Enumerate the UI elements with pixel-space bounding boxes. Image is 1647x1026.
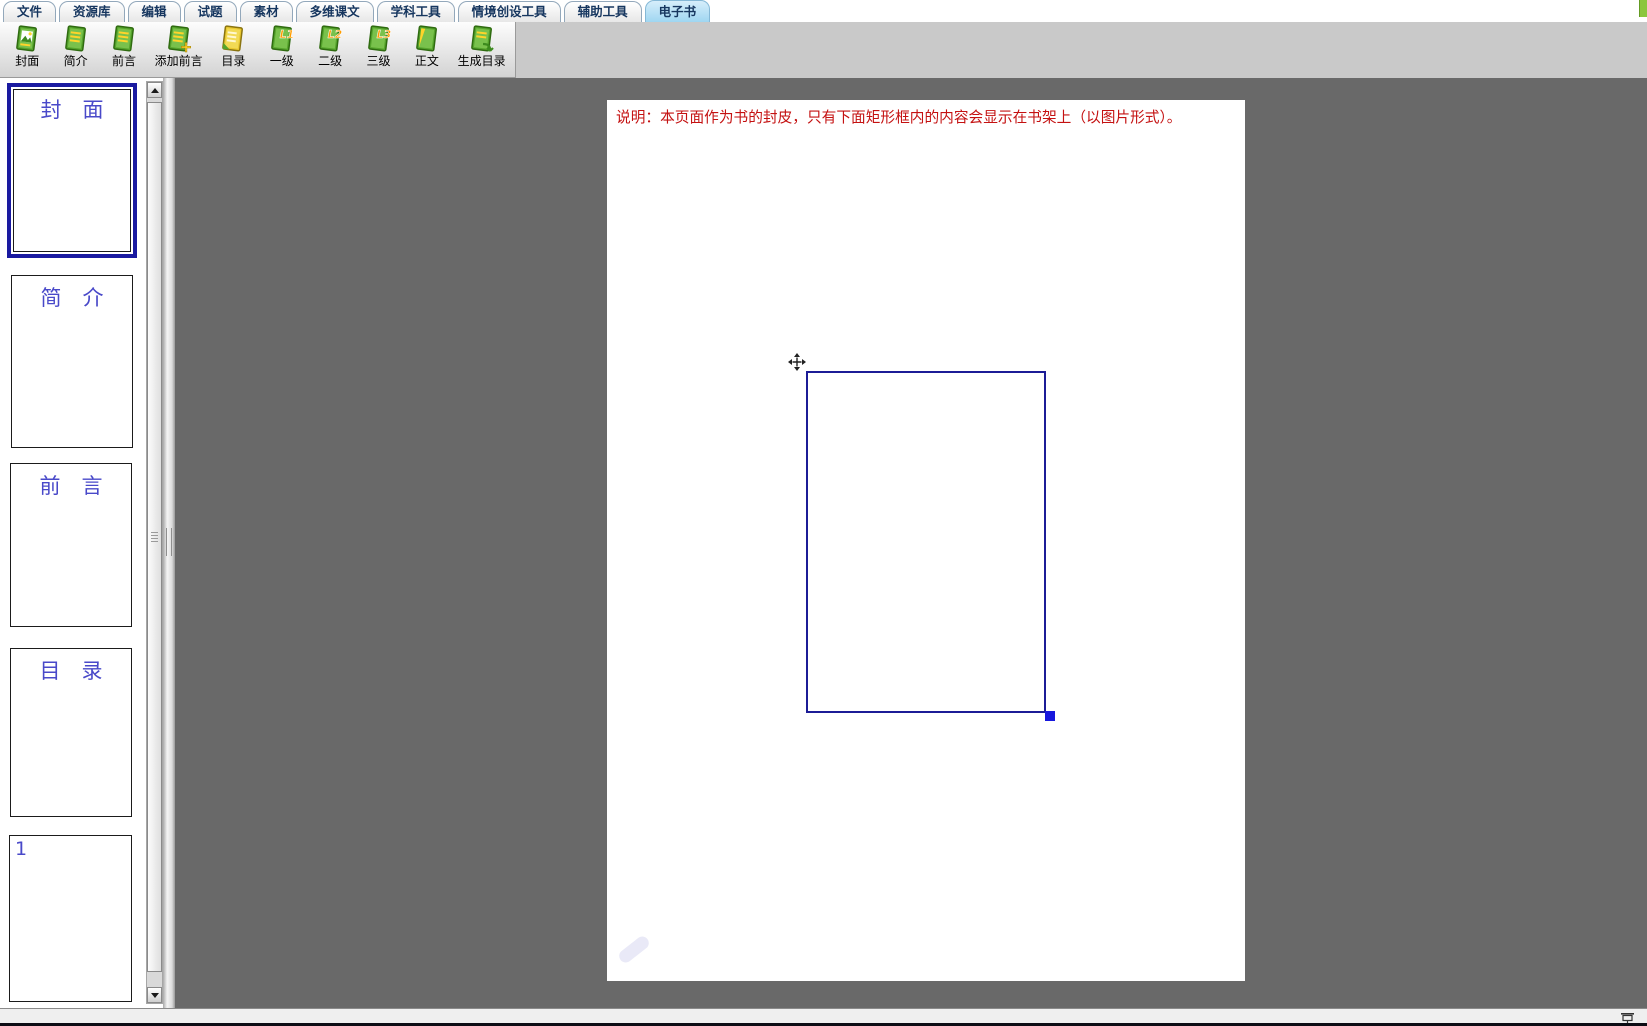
toolbar-button-label: 前言 — [111, 53, 136, 68]
add-preface-icon: + — [164, 24, 194, 56]
toc-button[interactable]: 目录 — [209, 23, 257, 77]
move-cursor-icon — [787, 352, 807, 372]
status-bar — [0, 1008, 1647, 1025]
tab-edit[interactable]: 编辑 — [127, 1, 181, 22]
tab-test-questions[interactable]: 试题 — [183, 1, 237, 22]
display-icon — [1619, 1010, 1637, 1025]
tab-ebook[interactable]: 电子书 — [644, 0, 711, 22]
page-thumbnail-sidebar: 封 面简 介前 言目 录 1 — [0, 78, 146, 1008]
sidebar-splitter[interactable] — [163, 78, 175, 1008]
up-arrow-icon — [150, 87, 159, 93]
cover-page[interactable]: 说明：本页面作为书的封皮，只有下面矩形框内的内容会显示在书架上（以图片形式）。 — [607, 100, 1245, 981]
toolbar-button-label: 一级 — [269, 53, 294, 68]
thumbnail-intro[interactable]: 简 介 — [11, 275, 133, 448]
down-arrow-icon — [150, 992, 159, 998]
toolbar-button-label: 简介 — [63, 53, 88, 68]
level1-icon: L1 — [267, 24, 297, 54]
svg-text:L1: L1 — [279, 28, 294, 41]
add-preface-button[interactable]: + 添加前言 — [148, 23, 209, 77]
scroll-down-button[interactable] — [147, 987, 162, 1003]
ebook-editor-window: 文件 资源库 编辑 试题 素材 多维课文 学科工具 情境创设工具 辅助工具 电子书 封面 简介 前言 +… — [0, 0, 1647, 1026]
generate-toc-icon — [467, 24, 497, 54]
splitter-grip-icon — [166, 528, 172, 556]
body-text-button[interactable]: 正文 — [403, 23, 451, 77]
preface-page-icon — [109, 24, 139, 54]
toolbar: 封面 简介 前言 + 添加前言 目录 L1 一级 L2 二级 L3 三级 正文 生成目录 — [0, 22, 1647, 78]
cover-display-rectangle[interactable] — [806, 371, 1046, 713]
resize-handle[interactable] — [1045, 711, 1055, 721]
cover-instruction-text: 说明：本页面作为书的封皮，只有下面矩形框内的内容会显示在书架上（以图片形式）。 — [616, 109, 1182, 126]
thumbnail-toc[interactable]: 目 录 — [10, 648, 132, 817]
svg-text:L2: L2 — [328, 28, 343, 41]
thumbnail-page-label: 封 面 — [13, 89, 131, 252]
thumbnail-page-1[interactable]: 1 — [9, 835, 132, 1002]
level3-icon: L3 — [364, 24, 394, 54]
intro-button[interactable]: 简介 — [51, 23, 99, 77]
tab-multidim-text[interactable]: 多维课文 — [295, 1, 374, 22]
intro-page-icon — [61, 24, 91, 54]
level2-icon: L2 — [315, 24, 345, 54]
tab-subject-tools[interactable]: 学科工具 — [376, 1, 455, 22]
svg-text:L3: L3 — [376, 28, 391, 41]
toolbar-button-label: 封面 — [15, 53, 40, 68]
level-3-button[interactable]: L3 三级 — [354, 23, 402, 77]
toc-page-icon — [218, 24, 248, 54]
scrollbar-grip-icon — [151, 532, 158, 542]
toolbar-button-label: 三级 — [366, 53, 391, 68]
tab-file[interactable]: 文件 — [3, 1, 57, 22]
toolbar-button-label: 生成目录 — [457, 53, 506, 68]
scroll-up-button[interactable] — [147, 82, 162, 98]
tab-resource-library[interactable]: 资源库 — [59, 1, 125, 22]
generate-toc-button[interactable]: 生成目录 — [451, 23, 512, 77]
svg-text:+: + — [179, 38, 192, 54]
toolbar-button-label: 添加前言 — [154, 53, 203, 68]
toolbar-panel: 封面 简介 前言 + 添加前言 目录 L1 一级 L2 二级 L3 三级 正文 生成目录 — [0, 22, 516, 78]
editor-canvas[interactable]: 说明：本页面作为书的封皮，只有下面矩形框内的内容会显示在书架上（以图片形式）。 — [175, 78, 1647, 1008]
preface-button[interactable]: 前言 — [100, 23, 148, 77]
scrollbar-thumb[interactable] — [147, 102, 162, 972]
cover-button[interactable]: 封面 — [3, 23, 51, 77]
sidebar-scrollbar[interactable] — [146, 81, 163, 1004]
toolbar-button-label: 二级 — [318, 53, 343, 68]
level-1-button[interactable]: L1 一级 — [258, 23, 306, 77]
tab-materials[interactable]: 素材 — [239, 1, 293, 22]
level-2-button[interactable]: L2 二级 — [306, 23, 354, 77]
tab-context-creation-tools[interactable]: 情境创设工具 — [457, 1, 561, 22]
tab-bar: 文件 资源库 编辑 试题 素材 多维课文 学科工具 情境创设工具 辅助工具 电子书 — [0, 0, 1647, 22]
cover-page-icon — [12, 24, 42, 54]
body-page-icon — [412, 24, 442, 54]
toolbar-button-label: 目录 — [221, 53, 246, 68]
pencil-watermark-icon — [616, 933, 652, 966]
toolbar-button-label: 正文 — [414, 53, 439, 68]
thumbnail-cover[interactable]: 封 面 — [7, 83, 137, 258]
partial-corner-icon — [1639, 0, 1647, 17]
tab-aux-tools[interactable]: 辅助工具 — [563, 1, 642, 22]
thumbnail-preface[interactable]: 前 言 — [10, 463, 132, 627]
